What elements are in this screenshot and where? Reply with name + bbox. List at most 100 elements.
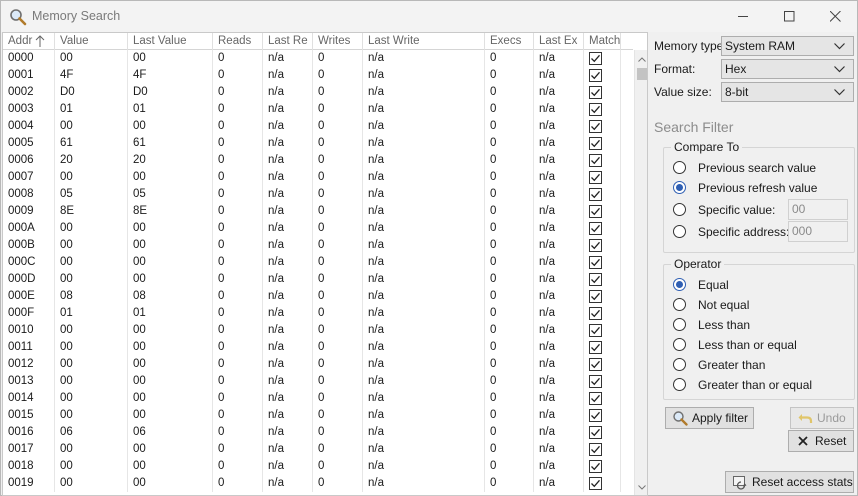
- format-value: Hex: [725, 62, 747, 76]
- table-row[interactable]: 0015 00 00 0 n/a 0 n/a 0 n/a: [3, 407, 633, 424]
- match-checkbox[interactable]: [589, 86, 602, 99]
- match-checkbox[interactable]: [589, 103, 602, 116]
- col-reads-header[interactable]: Reads: [213, 33, 263, 50]
- table-row[interactable]: 000B 00 00 0 n/a 0 n/a 0 n/a: [3, 237, 633, 254]
- col-match-header[interactable]: Match: [584, 33, 621, 50]
- match-checkbox[interactable]: [589, 120, 602, 133]
- table-row[interactable]: 0004 00 00 0 n/a 0 n/a 0 n/a: [3, 118, 633, 135]
- table-row[interactable]: 000D 00 00 0 n/a 0 n/a 0 n/a: [3, 271, 633, 288]
- grid-header: Addr Value Last Value Reads Last Re Writes Las…: [3, 33, 633, 50]
- minimize-button[interactable]: [720, 1, 766, 32]
- match-checkbox[interactable]: [589, 324, 602, 337]
- radio-button[interactable]: [673, 378, 686, 391]
- table-row[interactable]: 0014 00 00 0 n/a 0 n/a 0 n/a: [3, 390, 633, 407]
- value-size-dropdown[interactable]: 8-bit: [721, 82, 854, 102]
- match-checkbox[interactable]: [589, 273, 602, 286]
- table-row[interactable]: 0000 00 00 0 n/a 0 n/a 0 n/a: [3, 50, 633, 67]
- table-row[interactable]: 0013 00 00 0 n/a 0 n/a 0 n/a: [3, 373, 633, 390]
- col-value-cell: 00: [55, 441, 128, 458]
- table-row[interactable]: 0012 00 00 0 n/a 0 n/a 0 n/a: [3, 356, 633, 373]
- col-value-cell: 00: [55, 407, 128, 424]
- col-last-write-header[interactable]: Last Write: [363, 33, 485, 50]
- match-checkbox[interactable]: [589, 443, 602, 456]
- match-checkbox[interactable]: [589, 307, 602, 320]
- match-checkbox[interactable]: [589, 477, 602, 490]
- match-checkbox[interactable]: [589, 171, 602, 184]
- table-row[interactable]: 0010 00 00 0 n/a 0 n/a 0 n/a: [3, 322, 633, 339]
- scroll-up-icon[interactable]: [635, 52, 647, 66]
- apply-filter-button[interactable]: Apply filter: [665, 407, 754, 429]
- match-checkbox[interactable]: [589, 290, 602, 303]
- vertical-scrollbar[interactable]: [634, 50, 647, 495]
- format-dropdown[interactable]: Hex: [721, 59, 854, 79]
- table-row[interactable]: 0003 01 01 0 n/a 0 n/a 0 n/a: [3, 101, 633, 118]
- maximize-button[interactable]: [766, 1, 812, 32]
- match-checkbox[interactable]: [589, 205, 602, 218]
- table-row[interactable]: 000C 00 00 0 n/a 0 n/a 0 n/a: [3, 254, 633, 271]
- match-checkbox[interactable]: [589, 341, 602, 354]
- match-checkbox[interactable]: [589, 426, 602, 439]
- table-row[interactable]: 0009 8E 8E 0 n/a 0 n/a 0 n/a: [3, 203, 633, 220]
- table-row[interactable]: 000E 08 08 0 n/a 0 n/a 0 n/a: [3, 288, 633, 305]
- memory-type-dropdown[interactable]: System RAM: [721, 36, 854, 56]
- table-row[interactable]: 000F 01 01 0 n/a 0 n/a 0 n/a: [3, 305, 633, 322]
- radio-button[interactable]: [673, 181, 686, 194]
- scroll-thumb[interactable]: [637, 68, 647, 80]
- specific-address-input[interactable]: 000: [788, 221, 848, 242]
- specific-value-input[interactable]: 00: [788, 199, 848, 220]
- memory-grid[interactable]: Addr Value Last Value Reads Last Re Writes Las…: [2, 32, 648, 496]
- table-row[interactable]: 000A 00 00 0 n/a 0 n/a 0 n/a: [3, 220, 633, 237]
- table-row[interactable]: 0007 00 00 0 n/a 0 n/a 0 n/a: [3, 169, 633, 186]
- col-reads-cell: 0: [213, 135, 263, 152]
- match-checkbox[interactable]: [589, 358, 602, 371]
- match-checkbox[interactable]: [589, 409, 602, 422]
- match-checkbox[interactable]: [589, 222, 602, 235]
- col-value-header[interactable]: Value: [55, 33, 128, 50]
- title-bar[interactable]: Memory Search: [1, 1, 857, 32]
- col-last-read-header[interactable]: Last Re: [263, 33, 313, 50]
- col-last-write-cell: n/a: [363, 135, 485, 152]
- undo-button[interactable]: Undo: [790, 407, 854, 429]
- col-last-value-header[interactable]: Last Value: [128, 33, 213, 50]
- col-addr-cell: 0002: [3, 84, 55, 101]
- match-checkbox[interactable]: [589, 460, 602, 473]
- col-writes-header[interactable]: Writes: [313, 33, 363, 50]
- table-row[interactable]: 0001 4F 4F 0 n/a 0 n/a 0 n/a: [3, 67, 633, 84]
- table-row[interactable]: 0018 00 00 0 n/a 0 n/a 0 n/a: [3, 458, 633, 475]
- radio-button[interactable]: [673, 358, 686, 371]
- match-checkbox[interactable]: [589, 392, 602, 405]
- table-row[interactable]: 0006 20 20 0 n/a 0 n/a 0 n/a: [3, 152, 633, 169]
- match-checkbox[interactable]: [589, 69, 602, 82]
- table-row[interactable]: 0005 61 61 0 n/a 0 n/a 0 n/a: [3, 135, 633, 152]
- match-checkbox[interactable]: [589, 137, 602, 150]
- match-checkbox[interactable]: [589, 239, 602, 252]
- col-execs-header[interactable]: Execs: [485, 33, 534, 50]
- match-checkbox[interactable]: [589, 256, 602, 269]
- close-icon: [829, 11, 841, 22]
- col-value-cell: 8E: [55, 203, 128, 220]
- match-checkbox[interactable]: [589, 52, 602, 65]
- col-last-exec-header[interactable]: Last Ex: [534, 33, 584, 50]
- table-row[interactable]: 0008 05 05 0 n/a 0 n/a 0 n/a: [3, 186, 633, 203]
- radio-button[interactable]: [673, 278, 686, 291]
- reset-button[interactable]: Reset: [788, 430, 854, 452]
- close-button[interactable]: [812, 1, 858, 32]
- table-row[interactable]: 0017 00 00 0 n/a 0 n/a 0 n/a: [3, 441, 633, 458]
- radio-button[interactable]: [673, 161, 686, 174]
- radio-button[interactable]: [673, 225, 686, 238]
- radio-button[interactable]: [673, 338, 686, 351]
- radio-button[interactable]: [673, 318, 686, 331]
- scroll-down-icon[interactable]: [635, 480, 647, 494]
- table-row[interactable]: 0019 00 00 0 n/a 0 n/a 0 n/a: [3, 475, 633, 492]
- match-checkbox[interactable]: [589, 154, 602, 167]
- table-row[interactable]: 0002 D0 D0 0 n/a 0 n/a 0 n/a: [3, 84, 633, 101]
- match-checkbox[interactable]: [589, 188, 602, 201]
- col-last-exec-cell: n/a: [534, 424, 584, 441]
- radio-button[interactable]: [673, 298, 686, 311]
- col-addr-header[interactable]: Addr: [3, 33, 55, 50]
- table-row[interactable]: 0016 06 06 0 n/a 0 n/a 0 n/a: [3, 424, 633, 441]
- match-checkbox[interactable]: [589, 375, 602, 388]
- table-row[interactable]: 0011 00 00 0 n/a 0 n/a 0 n/a: [3, 339, 633, 356]
- radio-button[interactable]: [673, 203, 686, 216]
- reset-access-stats-button[interactable]: Reset access stats: [725, 471, 854, 493]
